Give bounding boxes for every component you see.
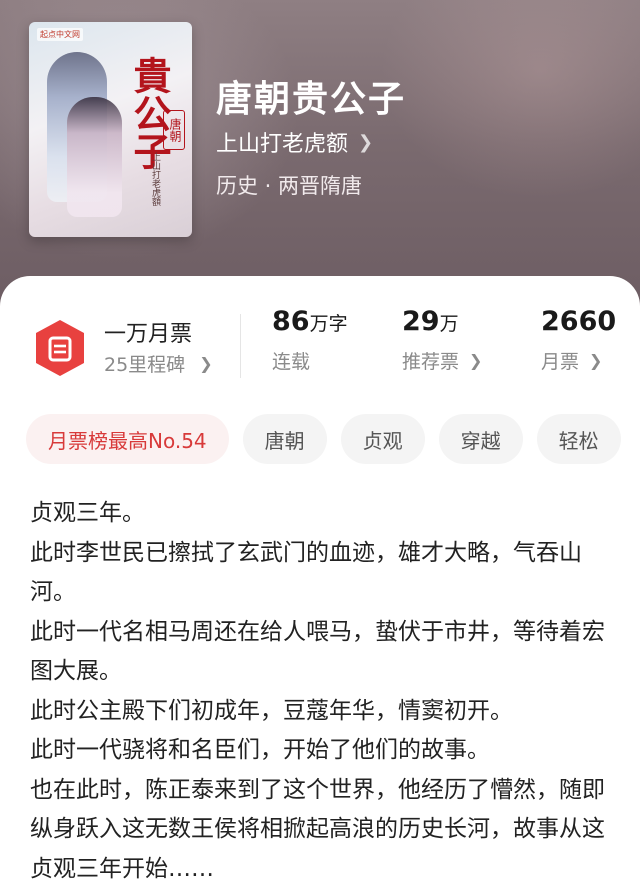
tag-item[interactable]: 唐朝 — [242, 414, 327, 464]
chevron-right-icon: ❯ — [358, 131, 374, 153]
stat-label: 推荐票 — [402, 351, 460, 373]
tag-item[interactable]: 轻松 — [536, 414, 621, 464]
stat-label: 连载 — [272, 351, 311, 373]
tag-rank[interactable]: 月票榜最高No.54 — [26, 414, 229, 464]
tag-item[interactable]: 贞观 — [340, 414, 425, 464]
stat-number: 2660 — [541, 306, 617, 337]
divider — [240, 314, 241, 378]
book-category: 历史 · 两晋隋唐 — [216, 174, 363, 198]
synopsis-line: 贞观三年。 — [30, 500, 145, 526]
stat-unit: 万 — [439, 313, 459, 335]
stat-recommend[interactable]: 29万 推荐票 ❯ — [402, 306, 482, 374]
milestone-link[interactable]: 25里程碑 ❯ — [104, 350, 213, 377]
cover-author: 上山打老虎額 — [150, 152, 160, 206]
milestone-text: 25里程碑 — [104, 354, 186, 376]
book-cover[interactable]: 起点中文网 貴公子 唐朝 上山打老虎額 — [29, 22, 192, 237]
ticket-icon[interactable] — [32, 318, 88, 378]
author-link[interactable]: 上山打老虎额 ❯ — [216, 126, 373, 158]
synopsis-line: 此时公主殿下们初成年，豆蔻年华，情窦初开。 — [30, 697, 513, 724]
cover-seal: 唐朝 — [163, 110, 185, 150]
chevron-right-icon: ❯ — [199, 354, 213, 373]
chevron-right-icon: ❯ — [589, 351, 603, 370]
cover-figure-woman — [67, 97, 122, 217]
book-header: 起点中文网 貴公子 唐朝 上山打老虎額 唐朝贵公子 上山打老虎额 ❯ 历史 · … — [0, 0, 640, 320]
stat-label: 月票 — [541, 351, 580, 373]
author-name: 上山打老虎额 — [216, 132, 349, 157]
book-title: 唐朝贵公子 — [216, 78, 407, 120]
stat-word-count: 86万字 连载 — [272, 306, 348, 374]
synopsis-line: 此时一代名相马周还在给人喂马，蛰伏于市井，等待着宏图大展。 — [30, 618, 605, 685]
tag-item[interactable]: 穿越 — [438, 414, 523, 464]
synopsis-line: 也在此时，陈正泰来到了这个世界，他经历了懵然，随即纵身跃入这无数王侯将相掀起高浪… — [30, 776, 605, 882]
stat-number: 29 — [402, 306, 440, 337]
header-blur — [380, 0, 640, 200]
synopsis-line: 此时一代骁将和名臣们，开始了他们的故事。 — [30, 737, 490, 763]
stats-bar: 一万月票 25里程碑 ❯ 86万字 连载 29万 推荐票 ❯ 2660 月票 ❯ — [0, 306, 640, 396]
synopsis[interactable]: 贞观三年。 此时李世民已擦拭了玄武门的血迹，雄才大略，气吞山河。 此时一代名相马… — [30, 494, 620, 887]
cover-brand-logo: 起点中文网 — [37, 28, 83, 41]
synopsis-line: 此时李世民已擦拭了玄武门的血迹，雄才大略，气吞山河。 — [30, 539, 582, 606]
stat-number: 86 — [272, 306, 310, 337]
stat-unit: 万字 — [309, 313, 348, 335]
stat-monthly-ticket[interactable]: 2660 月票 ❯ — [541, 306, 616, 374]
chevron-right-icon: ❯ — [469, 351, 483, 370]
tag-list: 月票榜最高No.54 唐朝 贞观 穿越 轻松 — [26, 414, 621, 464]
monthly-ticket-title[interactable]: 一万月票 — [104, 316, 192, 348]
